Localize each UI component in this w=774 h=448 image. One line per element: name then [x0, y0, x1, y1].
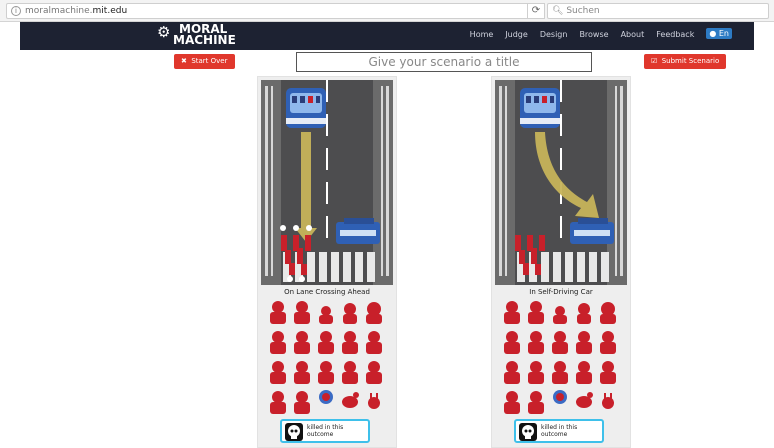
skull-icon — [519, 423, 537, 441]
checkbox-icon: ☑ — [651, 57, 658, 65]
nav-feedback[interactable]: Feedback — [656, 30, 694, 39]
outcome-legend[interactable]: killed in this outcome — [514, 419, 604, 443]
nav-about[interactable]: About — [621, 30, 645, 39]
site-navbar: ⚙ MORAL MACHINE Home Judge Design Browse… — [20, 22, 754, 50]
nav-browse[interactable]: Browse — [579, 30, 608, 39]
language-button[interactable]: ● En — [706, 28, 732, 39]
search-icon: 🔍︎ — [552, 6, 564, 16]
car-icon — [286, 88, 326, 128]
url-prefix: moralmachine. — [25, 6, 93, 16]
info-icon[interactable]: i — [11, 6, 21, 16]
nav-judge[interactable]: Judge — [505, 30, 528, 39]
outcome-legend[interactable]: killed in this outcome — [280, 419, 370, 443]
outcome-label: In Self-Driving Car — [529, 288, 593, 296]
character-grid — [500, 299, 622, 421]
submit-label: Submit Scenario — [661, 57, 720, 65]
search-placeholder: Suchen — [566, 6, 600, 16]
url-field[interactable]: i moralmachine.mit.edu — [6, 3, 534, 19]
start-over-label: Start Over — [191, 57, 228, 65]
barrier-icon — [336, 218, 380, 244]
globe-icon: ● — [709, 29, 717, 38]
logo-line2: MACHINE — [173, 33, 236, 47]
reload-icon[interactable]: ⟳ — [527, 3, 545, 19]
start-over-button[interactable]: ✖ Start Over — [174, 54, 235, 69]
nav-design[interactable]: Design — [540, 30, 568, 39]
legend-text: killed in this outcome — [307, 424, 344, 438]
logo[interactable]: ⚙ MORAL MACHINE — [157, 23, 236, 47]
url-domain: mit.edu — [92, 6, 128, 16]
outcome-panel-right[interactable]: In Self-Driving Car killed in this outco… — [491, 76, 631, 448]
character-icons — [270, 301, 382, 414]
submit-scenario-button[interactable]: ☑ Submit Scenario — [644, 54, 727, 69]
road-illustration — [261, 80, 393, 285]
outcome-label: On Lane Crossing Ahead — [284, 288, 370, 296]
browser-search-input[interactable]: 🔍︎ Suchen — [547, 3, 769, 19]
road-illustration — [495, 80, 627, 285]
outcome-panel-left[interactable]: On Lane Crossing Ahead killed in this ou… — [257, 76, 397, 448]
nav-home[interactable]: Home — [470, 30, 494, 39]
car-icon — [520, 88, 560, 128]
character-icons — [504, 301, 616, 414]
legend-text: killed in this outcome — [541, 424, 578, 438]
skull-icon — [285, 423, 303, 441]
browser-toolbar: i moralmachine.mit.edu ⟳ 🔍︎ Suchen — [0, 0, 774, 22]
gear-logo-icon: ⚙ — [157, 23, 171, 41]
language-label: En — [718, 29, 729, 38]
barrier-icon — [570, 218, 614, 244]
character-grid — [266, 299, 388, 421]
nav-links: Home Judge Design Browse About Feedback … — [470, 28, 732, 39]
scenario-title-input[interactable]: Give your scenario a title — [296, 52, 592, 72]
close-icon: ✖ — [181, 57, 187, 65]
